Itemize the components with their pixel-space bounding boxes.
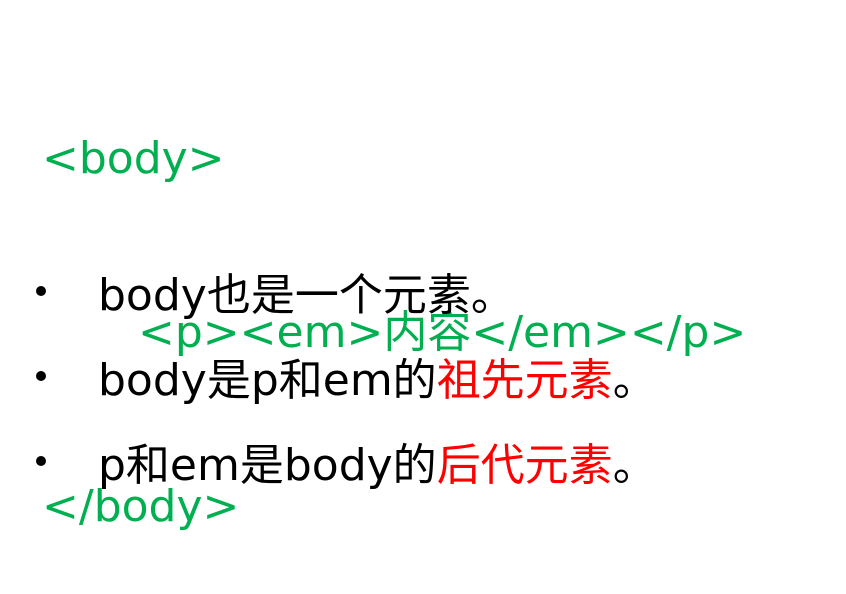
bullet-item-3: p和em是body的 后代元素。 (36, 432, 657, 491)
bullet-text: body也是一个元素。 (98, 270, 515, 321)
code-line-body-open: <body> (42, 133, 225, 184)
bullet-dot-icon (36, 286, 46, 296)
bullet-text-post: 。 (612, 440, 657, 491)
bullet-list: body也是一个元素。 body是p和em的 祖先元素。 p和em是body的 后代… (36, 262, 657, 517)
bullet-highlight-descendant: 后代元素 (436, 440, 613, 491)
bullet-dot-icon (36, 456, 46, 466)
bullet-text-post: 。 (612, 355, 657, 406)
bullet-dot-icon (36, 371, 46, 381)
bullet-item-2: body是p和em的 祖先元素。 (36, 347, 657, 406)
bullet-text-pre: body是p和em的 (98, 355, 437, 406)
bullet-item-1: body也是一个元素。 (36, 262, 657, 321)
bullet-highlight-ancestor: 祖先元素 (436, 355, 613, 406)
bullet-text-pre: p和em是body的 (98, 440, 437, 491)
